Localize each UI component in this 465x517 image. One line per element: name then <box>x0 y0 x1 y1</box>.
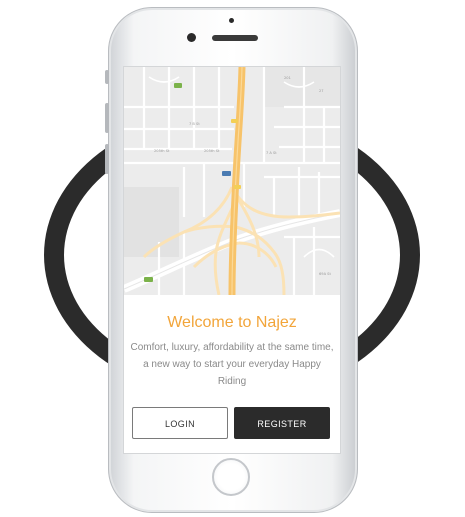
svg-text:201: 201 <box>284 76 291 80</box>
app-screen: 7 B St 205th St 205th St 7 A St 201 27 6… <box>123 66 341 454</box>
svg-text:27: 27 <box>319 89 324 93</box>
svg-text:69A St: 69A St <box>319 272 331 276</box>
svg-text:205th St: 205th St <box>204 149 220 153</box>
front-camera-icon <box>187 33 196 42</box>
volume-down-button <box>105 144 109 174</box>
volume-up-button <box>105 103 109 133</box>
proximity-sensor <box>229 18 234 23</box>
register-button[interactable]: REGISTER <box>234 407 330 439</box>
svg-text:205th St: 205th St <box>154 149 170 153</box>
earpiece-speaker <box>212 35 258 41</box>
login-button[interactable]: LOGIN <box>132 407 228 439</box>
welcome-heading: Welcome to Najez <box>167 314 297 331</box>
svg-text:7 A St: 7 A St <box>266 151 277 155</box>
tagline-text: Comfort, luxury, affordability at the sa… <box>130 342 334 387</box>
map-view[interactable]: 7 B St 205th St 205th St 7 A St 201 27 6… <box>124 67 340 295</box>
home-button[interactable] <box>212 458 250 496</box>
svg-text:7 B St: 7 B St <box>189 122 200 126</box>
mute-switch <box>105 70 109 84</box>
